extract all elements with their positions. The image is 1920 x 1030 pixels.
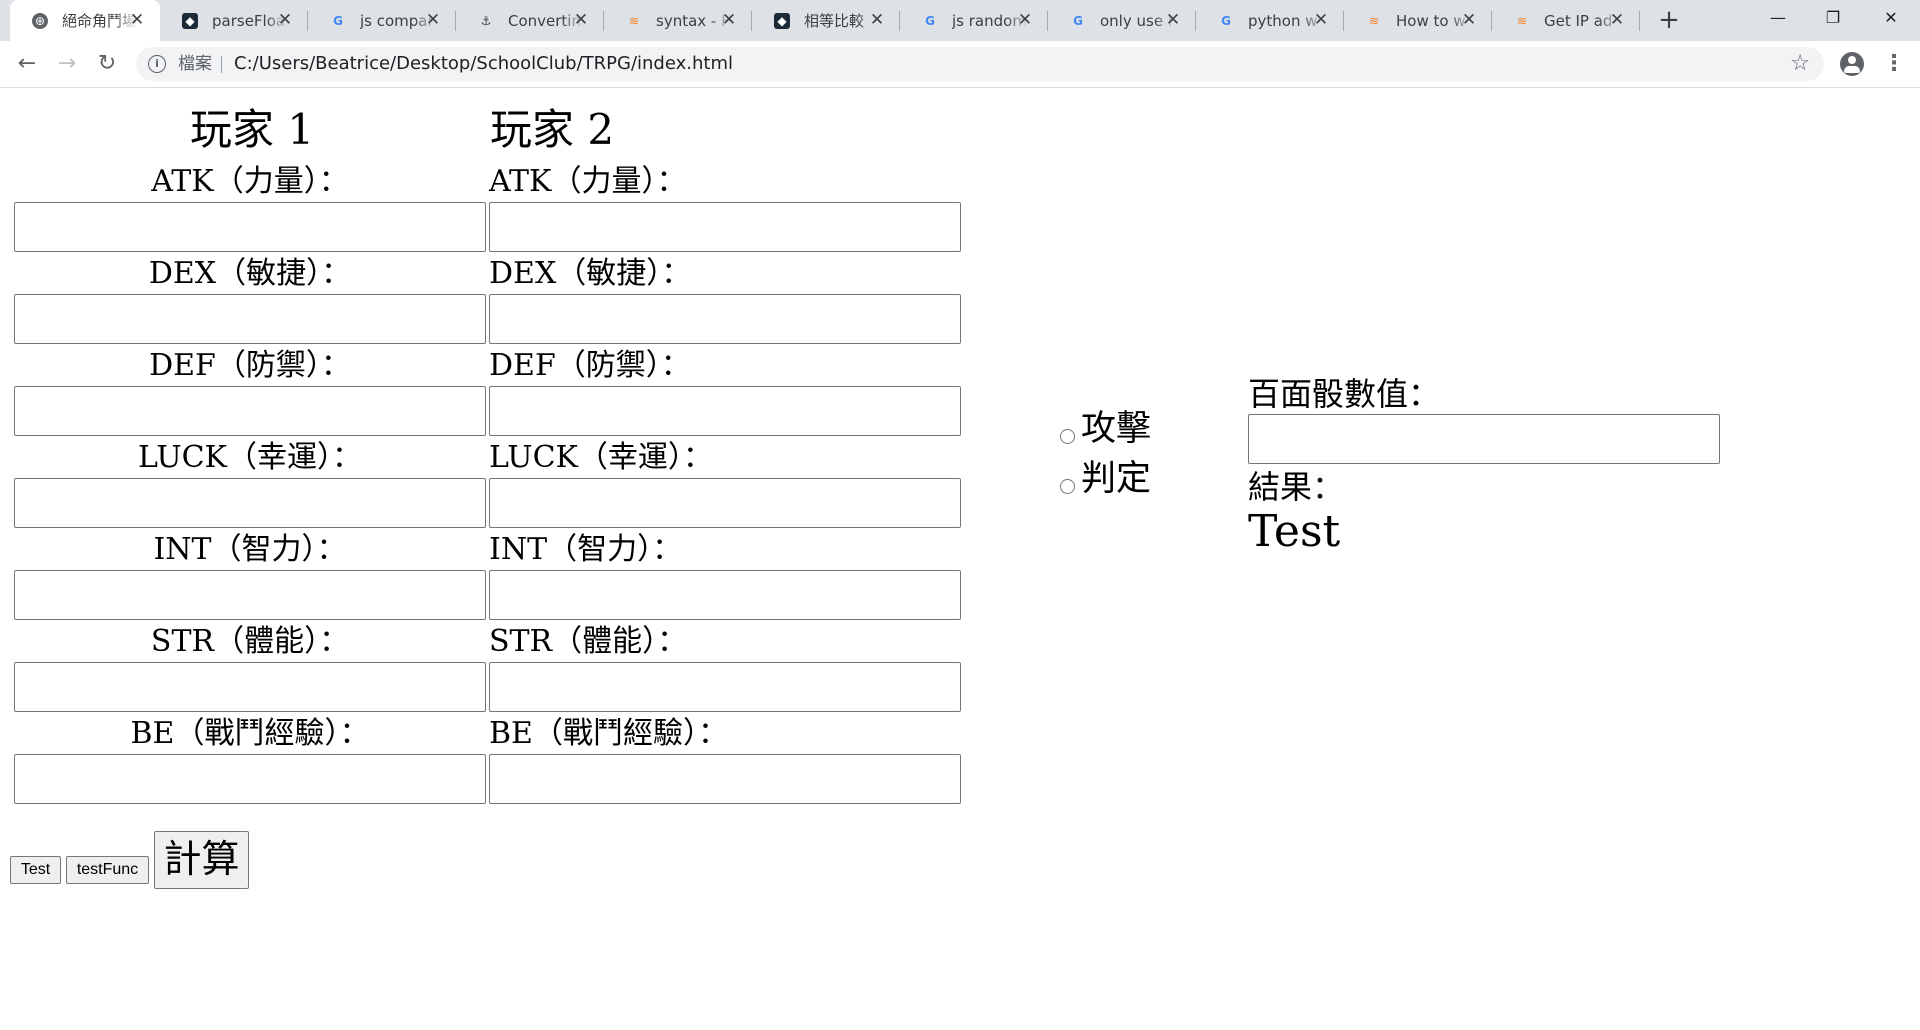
dice-value-label: 百面骰數值：: [1248, 375, 1441, 413]
attack-radio[interactable]: [1060, 429, 1075, 444]
testfunc-button[interactable]: testFunc: [66, 856, 149, 884]
url-separator: [221, 56, 222, 73]
test-button[interactable]: Test: [10, 856, 61, 884]
tab-separator: [1639, 11, 1640, 31]
tab-close-icon[interactable]: ✕: [1016, 11, 1034, 29]
player2-str-label: STR（體能）：: [489, 624, 688, 659]
player2-def-label: DEF（防禦）：: [489, 348, 691, 383]
player2-int-label: INT（智力）：: [489, 532, 683, 567]
tw-icon: ◆: [774, 13, 790, 29]
tw-icon: ◆: [182, 13, 198, 29]
player1-int-label: INT（智力）：: [153, 532, 347, 567]
tab-close-icon[interactable]: ✕: [424, 11, 442, 29]
stackoverflow-icon: ≋: [628, 14, 640, 28]
forward-icon[interactable]: →: [52, 49, 82, 79]
google-icon: G: [333, 14, 343, 28]
account-icon[interactable]: [1840, 52, 1864, 76]
player2-atk-input[interactable]: [489, 202, 961, 252]
browser-tab[interactable]: G js compare ✕: [308, 0, 456, 41]
browser-tab[interactable]: ≋ Get IP ad ✕: [1492, 0, 1640, 41]
url-text[interactable]: C:/Users/Beatrice/Desktop/SchoolClub/TRP…: [234, 54, 733, 74]
player2-dex-input[interactable]: [489, 294, 961, 344]
minimize-icon[interactable]: —: [1755, 0, 1801, 36]
browser-tab[interactable]: ◆ parseFloat ✕: [160, 0, 308, 41]
browser-tab[interactable]: ◆ 相等比較 ✕: [752, 0, 900, 41]
player1-be-input[interactable]: [14, 754, 486, 804]
player1-luck-input[interactable]: [14, 478, 486, 528]
tab-close-icon[interactable]: ✕: [868, 11, 886, 29]
new-tab-icon[interactable]: +: [1655, 6, 1683, 34]
restore-icon[interactable]: ❐: [1810, 0, 1856, 36]
google-icon: G: [1221, 14, 1231, 28]
player2-atk-label: ATK（力量）：: [489, 164, 687, 199]
player1-dex-label: DEX（敏捷）：: [148, 256, 352, 291]
tab-close-icon[interactable]: ✕: [128, 11, 146, 29]
back-icon[interactable]: ←: [12, 49, 42, 79]
result-value: Test: [1248, 506, 1341, 557]
player2-luck-label: LUCK（幸運）：: [489, 440, 713, 475]
browser-tab[interactable]: ≋ syntax - H ✕: [604, 0, 752, 41]
tab-close-icon[interactable]: ✕: [1608, 11, 1626, 29]
player2-def-input[interactable]: [489, 386, 961, 436]
dice-value-input[interactable]: [1248, 414, 1720, 464]
player2-be-label: BE（戰鬥經驗）：: [489, 716, 728, 751]
anchor-icon: ⚓: [480, 14, 492, 28]
browser-tab[interactable]: G js random ✕: [900, 0, 1048, 41]
player1-def-input[interactable]: [14, 386, 486, 436]
browser-tab[interactable]: ≋ How to w ✕: [1344, 0, 1492, 41]
player1-luck-label: LUCK（幸運）：: [138, 440, 362, 475]
player1-atk-input[interactable]: [14, 202, 486, 252]
browser-tab[interactable]: ⚓ Converting ✕: [456, 0, 604, 41]
player1-int-input[interactable]: [14, 570, 486, 620]
stackoverflow-icon: ≋: [1368, 14, 1380, 28]
bookmark-star-icon[interactable]: ☆: [1790, 51, 1810, 77]
player2-str-input[interactable]: [489, 662, 961, 712]
player1-def-label: DEF（防禦）：: [149, 348, 351, 383]
tab-close-icon[interactable]: ✕: [1460, 11, 1478, 29]
reload-icon[interactable]: ↻: [92, 49, 122, 79]
player2-title: 玩家 2: [490, 105, 615, 154]
browser-tab-bar: ⊕ 絕命角鬥場 ✕ ◆ parseFloat ✕ G js compare ✕ …: [0, 0, 1920, 41]
player1-be-label: BE（戰鬥經驗）：: [130, 716, 370, 751]
google-icon: G: [1073, 14, 1083, 28]
browser-tab[interactable]: G python w ✕: [1196, 0, 1344, 41]
tab-close-icon[interactable]: ✕: [1312, 11, 1330, 29]
tab-close-icon[interactable]: ✕: [1164, 11, 1182, 29]
player1-atk-label: ATK（力量）：: [151, 164, 349, 199]
google-icon: G: [925, 14, 935, 28]
menu-icon[interactable]: ⋮: [1883, 51, 1905, 77]
close-window-icon[interactable]: ✕: [1868, 0, 1914, 36]
judge-radio-label[interactable]: 判定: [1081, 459, 1151, 499]
player2-dex-label: DEX（敏捷）：: [489, 256, 692, 291]
player2-be-input[interactable]: [489, 754, 961, 804]
result-label: 結果：: [1248, 468, 1345, 506]
browser-tab[interactable]: ⊕ 絕命角鬥場 ✕: [10, 0, 160, 41]
attack-radio-label[interactable]: 攻擊: [1081, 409, 1151, 449]
page-content: 玩家 1 ATK（力量）： DEX（敏捷）： DEF（防禦）： LUCK（幸運）…: [0, 88, 1920, 1030]
player1-str-label: STR（體能）：: [150, 624, 350, 659]
browser-tab[interactable]: G only use l ✕: [1048, 0, 1196, 41]
judge-radio[interactable]: [1060, 479, 1075, 494]
browser-toolbar: ← → ↻ i 檔案 C:/Users/Beatrice/Desktop/Sch…: [0, 41, 1920, 88]
player1-str-input[interactable]: [14, 662, 486, 712]
tab-close-icon[interactable]: ✕: [720, 11, 738, 29]
tab-title: 絕命角鬥場: [62, 12, 138, 30]
stackoverflow-icon: ≋: [1516, 14, 1528, 28]
info-icon[interactable]: i: [148, 55, 166, 73]
tab-close-icon[interactable]: ✕: [572, 11, 590, 29]
address-bar[interactable]: i 檔案 C:/Users/Beatrice/Desktop/SchoolClu…: [136, 47, 1824, 81]
globe-icon: ⊕: [32, 13, 48, 29]
tab-close-icon[interactable]: ✕: [276, 11, 294, 29]
calculate-button[interactable]: 計算: [154, 831, 249, 889]
player1-dex-input[interactable]: [14, 294, 486, 344]
scheme-label: 檔案: [178, 54, 212, 74]
player2-int-input[interactable]: [489, 570, 961, 620]
player2-luck-input[interactable]: [489, 478, 961, 528]
player1-title: 玩家 1: [190, 105, 315, 154]
